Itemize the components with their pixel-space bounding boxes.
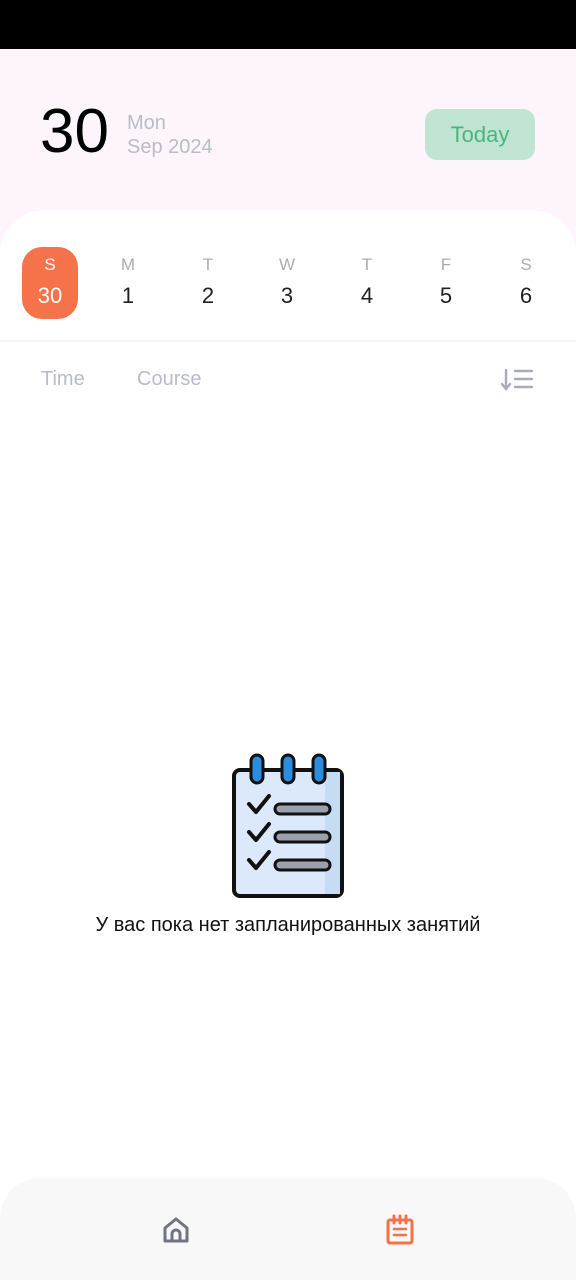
day-cell-6[interactable]: S 6 (498, 247, 554, 319)
day-number: 30 (37, 283, 63, 308)
current-date-sub: Mon Sep 2024 (127, 111, 213, 159)
day-cell-3[interactable]: W 3 (259, 247, 315, 319)
day-letter: S (44, 255, 56, 274)
tab-course[interactable]: Course (137, 368, 201, 391)
day-cell-2[interactable]: T 2 (180, 247, 236, 319)
day-number: 2 (201, 283, 215, 308)
empty-state-message: У вас пока нет запланированных занятий (95, 914, 481, 936)
day-cell-0[interactable]: S 30 (22, 247, 78, 319)
sort-icon[interactable] (500, 366, 534, 394)
nav-home-button[interactable] (156, 1210, 196, 1250)
week-strip: S 30 M 1 T 2 W 3 T 4 F 5 S 6 (0, 247, 576, 319)
day-number: 6 (519, 283, 533, 308)
empty-state: У вас пока нет запланированных занятий (0, 752, 576, 937)
status-bar (0, 0, 576, 49)
weekday-label: Mon (127, 112, 166, 134)
day-letter: W (278, 255, 296, 274)
bottom-nav (0, 1178, 576, 1280)
day-number: 5 (439, 283, 453, 308)
tab-time[interactable]: Time (41, 368, 85, 391)
day-letter: F (440, 255, 452, 274)
day-letter: S (520, 255, 532, 274)
day-letter: T (202, 255, 214, 274)
divider (0, 340, 576, 342)
calendar-notepad-icon (386, 1214, 414, 1245)
calendar-card: S 30 M 1 T 2 W 3 T 4 F 5 S 6 Time Course (0, 210, 576, 1210)
month-year-label: Sep 2024 (127, 136, 213, 158)
current-day-number: 30 (40, 97, 109, 166)
day-cell-5[interactable]: F 5 (418, 247, 474, 319)
day-cell-4[interactable]: T 4 (339, 247, 395, 319)
day-letter: M (120, 255, 136, 274)
day-number: 4 (360, 283, 374, 308)
home-icon (163, 1217, 189, 1243)
today-button[interactable]: Today (425, 109, 535, 160)
day-number: 1 (121, 283, 135, 308)
day-letter: T (361, 255, 373, 274)
checklist-notepad-icon (232, 753, 344, 898)
day-number: 3 (280, 283, 294, 308)
day-cell-1[interactable]: M 1 (100, 247, 156, 319)
nav-schedule-button[interactable] (380, 1210, 420, 1250)
view-tabs: Time Course (0, 362, 576, 398)
